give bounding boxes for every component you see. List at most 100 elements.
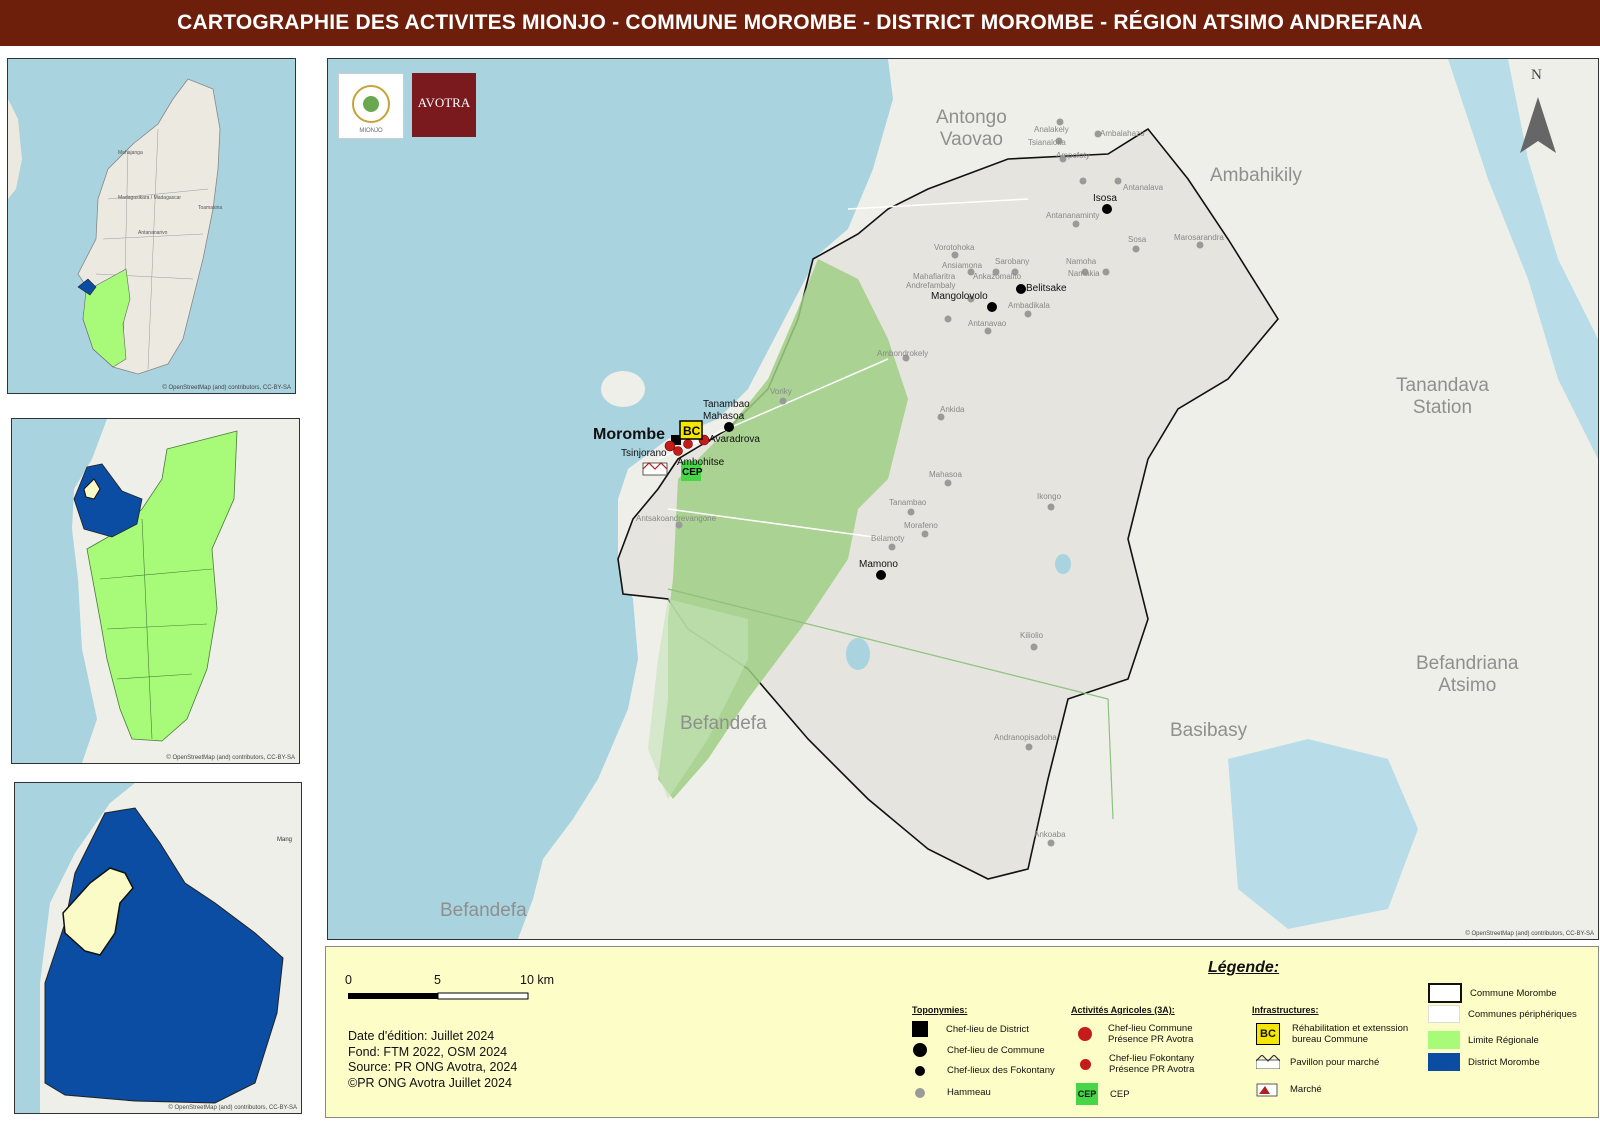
legend-rehabilitation: BC Réhabilitation et extenssion bureau C… bbox=[1256, 1023, 1408, 1045]
label-basibasy: Basibasy bbox=[1170, 720, 1248, 741]
note-fond: Fond: FTM 2022, OSM 2024 bbox=[348, 1044, 508, 1059]
cep-icon: CEP bbox=[1076, 1083, 1098, 1105]
svg-text:CEP: CEP bbox=[682, 467, 703, 478]
legend-chef-lieux-fokontany: Chef-lieux des Fokontany bbox=[912, 1065, 1055, 1076]
peripheral-swatch bbox=[1428, 1005, 1460, 1023]
map-attribution: © OpenStreetMap (and) contributors, CC-B… bbox=[1465, 931, 1594, 937]
label-isosa: Isosa bbox=[1093, 193, 1117, 204]
label-marosarandra: Marosarandra bbox=[1174, 233, 1224, 242]
pavillon-marche-symbol bbox=[642, 462, 668, 476]
mionjo-logo-text: MIONJO bbox=[359, 128, 383, 134]
legend-hammeau: Hammeau bbox=[912, 1087, 991, 1098]
legend-pavillon: Pavillon pour marché bbox=[1255, 1054, 1379, 1070]
marche-icon bbox=[1256, 1081, 1278, 1097]
label-sarobany: Sarobany bbox=[995, 257, 1030, 266]
label-avaradrova: Avaradrova bbox=[709, 434, 760, 445]
label-andranopisadoha: Andranopisadoha bbox=[994, 733, 1057, 742]
note-copyright: ©PR ONG Avotra Juillet 2024 bbox=[348, 1075, 512, 1090]
legend-cep: CEP CEP bbox=[1076, 1083, 1130, 1105]
label-tanambao-mahasoa: Tanambao Mahasoa bbox=[703, 399, 750, 422]
legend-limite-regionale: Limite Régionale bbox=[1428, 1031, 1539, 1049]
label-mamono: Mamono bbox=[859, 559, 898, 570]
inset2-attribution: © OpenStreetMap (and) contributors, CC-B… bbox=[166, 755, 295, 761]
lagoon-south bbox=[1228, 739, 1418, 929]
north-label: N bbox=[1531, 67, 1542, 83]
label-ambahikily: Ambahikily bbox=[1210, 165, 1302, 186]
label-voriky: Voriky bbox=[770, 387, 792, 396]
label-tsinjorano: Tsinjorano bbox=[621, 448, 667, 459]
map-title: CARTOGRAPHIE DES ACTIVITES MIONJO - COMM… bbox=[0, 0, 1600, 46]
medium-dot-symbol bbox=[915, 1065, 925, 1076]
large-dot-symbol bbox=[913, 1043, 927, 1057]
label-vorotohoka: Vorotohoka bbox=[934, 243, 975, 252]
region-swatch bbox=[1428, 1031, 1460, 1049]
pond1 bbox=[846, 638, 870, 670]
pavillon-icon bbox=[1255, 1054, 1281, 1070]
label-antanavao: Antanavao bbox=[968, 319, 1007, 328]
label-kiliolio: Kiliolio bbox=[1020, 631, 1044, 640]
red-dot-large-symbol bbox=[1078, 1027, 1092, 1041]
label-befandefa: Befandefa bbox=[680, 713, 767, 734]
avotra-logo-text: AVOTRA bbox=[417, 95, 471, 110]
bc-icon: BC bbox=[1256, 1023, 1280, 1045]
label-morafeno: Morafeno bbox=[904, 521, 938, 530]
legend-title: Légende: bbox=[1208, 959, 1280, 976]
commune-outline-swatch bbox=[1428, 983, 1462, 1003]
island-nosy-ve bbox=[601, 371, 645, 407]
label-antanalava: Antanalava bbox=[1123, 183, 1164, 192]
label-ikongo: Ikongo bbox=[1037, 492, 1062, 501]
scale-tick-5: 5 bbox=[434, 973, 441, 987]
label-ampofoty: Ampofoty bbox=[1056, 151, 1090, 160]
label-mahafiaritra: Mahafiaritra bbox=[913, 272, 956, 281]
red-dot-small-symbol bbox=[1080, 1058, 1091, 1070]
inset-district: Mang © OpenStreetMap (and) contributors,… bbox=[14, 782, 302, 1114]
label-mangolovolo: Mangolovolo bbox=[931, 291, 988, 302]
square-symbol bbox=[912, 1021, 928, 1037]
district-swatch bbox=[1428, 1053, 1460, 1071]
legend-marche: Marché bbox=[1256, 1081, 1322, 1097]
label-ambondrokely: Ambondrokely bbox=[877, 349, 929, 358]
label-tanambao: Tanambao bbox=[889, 498, 927, 507]
map-notes: Date d'édition: Juillet 2024 Fond: FTM 2… bbox=[348, 1029, 517, 1091]
inset-region: © OpenStreetMap (and) contributors, CC-B… bbox=[11, 418, 300, 764]
inset1-attribution: © OpenStreetMap (and) contributors, CC-B… bbox=[162, 385, 291, 391]
svg-text:BC: BC bbox=[683, 424, 701, 438]
label-antsakoandrevangone: Antsakoandrevangone bbox=[636, 514, 717, 523]
label-namoha: Namoha bbox=[1066, 257, 1097, 266]
label-befandefa-south: Befandefa bbox=[440, 900, 527, 921]
inset1-label-antananarivo: Antananarivo bbox=[138, 230, 168, 236]
district-morombe-big bbox=[44, 807, 284, 1104]
label-ambohitse: Ambohitse bbox=[677, 457, 725, 468]
note-date: Date d'édition: Juillet 2024 bbox=[348, 1029, 495, 1043]
mionjo-logo: MIONJO bbox=[338, 73, 404, 139]
inset-madagascar: Mahajanga Madagasikara / Madagascar Toam… bbox=[7, 58, 296, 394]
legend-infrastructures-header: Infrastructures: bbox=[1252, 1005, 1319, 1015]
legend-panel: 0 5 10 km Date d'édition: Juillet 2024 F… bbox=[325, 946, 1599, 1118]
label-ansiamona: Ansiamona bbox=[942, 261, 983, 270]
label-namakia: Namakia bbox=[1068, 269, 1100, 278]
pond2 bbox=[1055, 554, 1071, 574]
scale-bar: 0 5 10 km bbox=[345, 971, 554, 1016]
label-ambalahazo: Ambalahazo bbox=[1100, 129, 1145, 138]
inset1-label-madagascar: Madagasikara / Madagascar bbox=[118, 195, 181, 201]
legend-district-morombe: District Morombe bbox=[1428, 1053, 1540, 1071]
avotra-logo: AVOTRA bbox=[412, 73, 476, 137]
legend-toponymies-header: Toponymies: bbox=[912, 1005, 968, 1015]
main-map[interactable]: BC CEP MIONJO AVOTRA N Antongo Vaovao Am… bbox=[327, 58, 1599, 940]
legend-chef-lieu-commune-avotra: Chef-lieu Commune Présence PR Avotra bbox=[1078, 1023, 1193, 1045]
label-tanandava-station: Tanandava Station bbox=[1396, 375, 1489, 418]
legend-chef-lieu-commune: Chef-lieu de Commune bbox=[912, 1043, 1045, 1057]
label-ankoaba: Ankoaba bbox=[1034, 830, 1066, 839]
bc-symbol: BC bbox=[679, 420, 703, 440]
label-ankazomalito: Ankazomalito bbox=[973, 272, 1022, 281]
scale-tick-0: 0 bbox=[345, 973, 352, 987]
label-belamoty: Belamoty bbox=[871, 534, 905, 543]
label-antongo-vaovao: Antongo Vaovao bbox=[936, 107, 1007, 150]
inset1-label-mahajanga: Mahajanga bbox=[118, 150, 143, 156]
label-ankida: Ankida bbox=[940, 405, 965, 414]
legend-chef-lieu-fokontany-avotra: Chef-lieu Fokontany Présence PR Avotra bbox=[1078, 1053, 1194, 1075]
label-befandriana-atsimo: Befandriana Atsimo bbox=[1416, 653, 1519, 696]
inset3-attribution: © OpenStreetMap (and) contributors, CC-B… bbox=[168, 1105, 297, 1111]
label-mahasoa: Mahasoa bbox=[929, 470, 962, 479]
legend-activites-header: Activités Agricoles (3A): bbox=[1071, 1005, 1175, 1015]
